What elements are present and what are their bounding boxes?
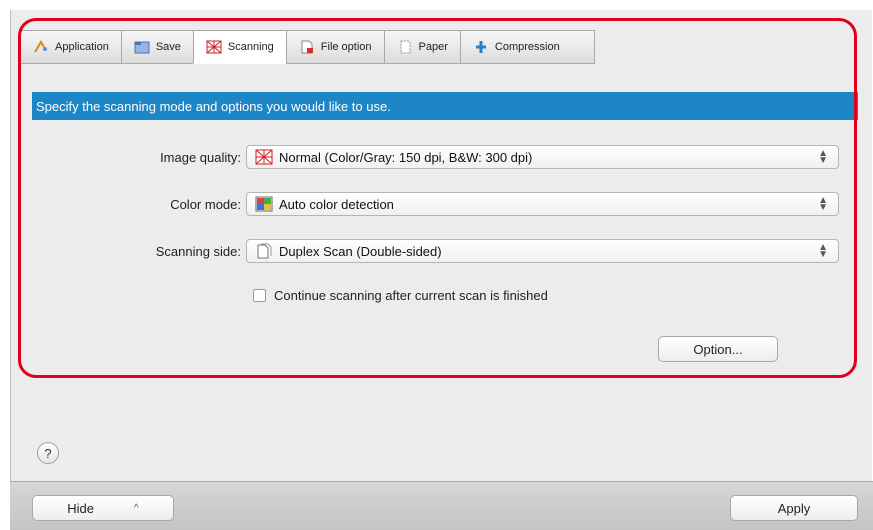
scanning-side-label: Scanning side: [155, 244, 241, 259]
tab-application[interactable]: Application [20, 30, 121, 64]
tab-paper[interactable]: Paper [383, 30, 460, 64]
color-mode-value: Auto color detection [279, 196, 394, 212]
tab-bar: Application Save Scanning File option Pa… [20, 30, 595, 64]
continue-scanning-label: Continue scanning after current scan is … [274, 288, 548, 303]
tab-label: File option [320, 41, 372, 53]
hide-button-label: Hide [67, 500, 95, 516]
continue-scanning-checkbox[interactable] [253, 289, 266, 302]
image-quality-value: Normal (Color/Gray: 150 dpi, B&W: 300 dp… [279, 149, 533, 165]
chevron-up-icon: ^ [134, 502, 139, 514]
tab-label: Scanning [227, 41, 274, 53]
instruction-banner: Specify the scanning mode and options yo… [32, 92, 858, 120]
tab-file-option[interactable]: File option [285, 30, 384, 64]
auto-color-icon [255, 196, 273, 212]
scanning-side-select[interactable]: Duplex Scan (Double-sided) ▲ ▼ [246, 239, 839, 263]
scanning-side-value: Duplex Scan (Double-sided) [279, 243, 442, 259]
compression-icon [473, 40, 489, 54]
tab-label: Paper [418, 41, 448, 53]
image-quality-label: Image quality: [160, 150, 241, 165]
stepper-arrows-icon: ▲ ▼ [818, 148, 828, 166]
paper-icon [397, 40, 413, 54]
stepper-arrows-icon: ▲ ▼ [818, 195, 828, 213]
tab-compression[interactable]: Compression [459, 30, 595, 64]
hide-button[interactable]: Hide ^ [32, 495, 174, 521]
scanning-quality-icon [255, 149, 273, 165]
scanning-icon [206, 40, 222, 54]
tab-save[interactable]: Save [120, 30, 193, 64]
duplex-scan-icon [255, 243, 273, 259]
tab-label: Save [155, 41, 181, 53]
file-option-icon [299, 40, 315, 54]
tab-scanning[interactable]: Scanning [192, 30, 286, 64]
tab-label: Application [55, 41, 109, 53]
tab-label: Compression [494, 41, 560, 53]
color-mode-label: Color mode: [170, 197, 241, 212]
image-quality-select[interactable]: Normal (Color/Gray: 150 dpi, B&W: 300 dp… [246, 145, 839, 169]
apply-button[interactable]: Apply [730, 495, 858, 521]
help-button[interactable]: ? [37, 442, 59, 464]
continue-scanning-option[interactable]: Continue scanning after current scan is … [253, 288, 548, 303]
application-icon [33, 40, 49, 54]
color-mode-select[interactable]: Auto color detection ▲ ▼ [246, 192, 839, 216]
option-button[interactable]: Option... [658, 336, 778, 362]
save-icon [134, 40, 150, 54]
stepper-arrows-icon: ▲ ▼ [818, 242, 828, 260]
